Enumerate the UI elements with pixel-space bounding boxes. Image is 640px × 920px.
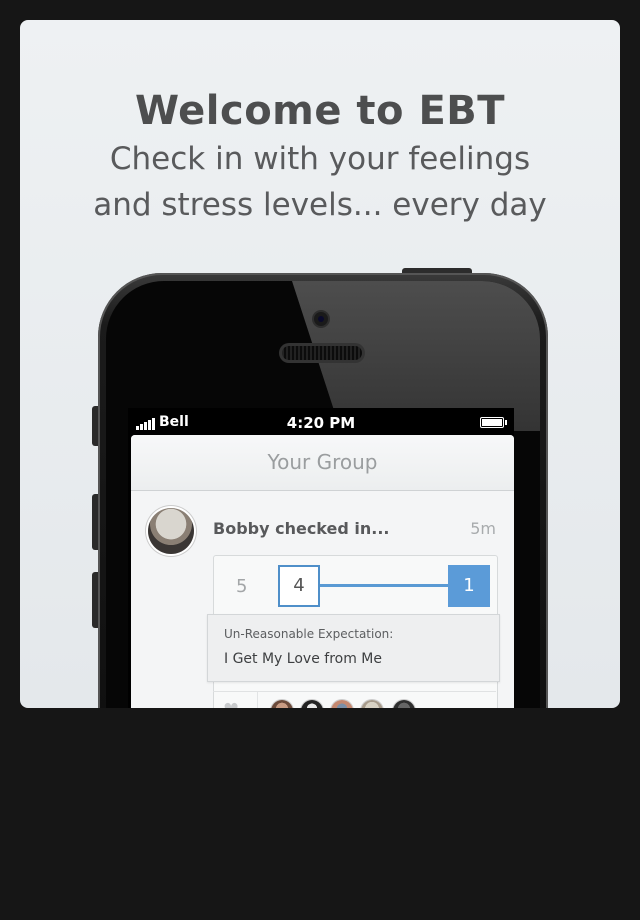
reaction-avatar[interactable] bbox=[301, 700, 323, 708]
front-camera-icon bbox=[314, 312, 328, 326]
status-bar: Bell 4:20 PM bbox=[128, 408, 514, 436]
checkin-author[interactable]: Bobby checked in... bbox=[213, 519, 390, 538]
subtitle-line-2: and stress levels... every day bbox=[93, 187, 547, 223]
welcome-card: Welcome to EBT Check in with your feelin… bbox=[20, 20, 620, 708]
phone-screen: Bell 4:20 PM Your Group Bobby checked in… bbox=[128, 408, 514, 708]
reactions-bar: ♥ bbox=[213, 691, 496, 708]
battery-icon bbox=[480, 417, 507, 428]
heart-icon[interactable]: ♥ bbox=[223, 702, 239, 709]
subtitle-line-1: Check in with your feelings bbox=[109, 141, 531, 177]
reactions-divider bbox=[257, 692, 258, 708]
page-subtitle: Check in with your feelings and stress l… bbox=[20, 136, 620, 228]
scale-selected-value[interactable]: 4 bbox=[278, 565, 320, 607]
reaction-avatar[interactable] bbox=[393, 700, 415, 708]
nav-bar-title: Your Group bbox=[131, 435, 514, 491]
earpiece-speaker bbox=[282, 346, 362, 360]
avatar[interactable] bbox=[148, 508, 194, 554]
expectation-label: Un-Reasonable Expectation: bbox=[224, 627, 394, 641]
reaction-avatar[interactable] bbox=[271, 700, 293, 708]
expectation-panel: Un-Reasonable Expectation: I Get My Love… bbox=[207, 614, 500, 682]
status-time: 4:20 PM bbox=[286, 414, 356, 432]
scale-previous-value: 5 bbox=[236, 576, 248, 597]
checkin-timestamp: 5m bbox=[470, 519, 496, 538]
scale-current-value[interactable]: 1 bbox=[448, 565, 490, 607]
scale-connector bbox=[320, 584, 448, 587]
expectation-value: I Get My Love from Me bbox=[224, 651, 382, 667]
reaction-avatar[interactable] bbox=[331, 700, 353, 708]
page-title: Welcome to EBT bbox=[134, 88, 506, 134]
app-view: Your Group Bobby checked in... 5m 5 4 1 … bbox=[131, 435, 514, 708]
reaction-avatar[interactable] bbox=[361, 700, 383, 708]
